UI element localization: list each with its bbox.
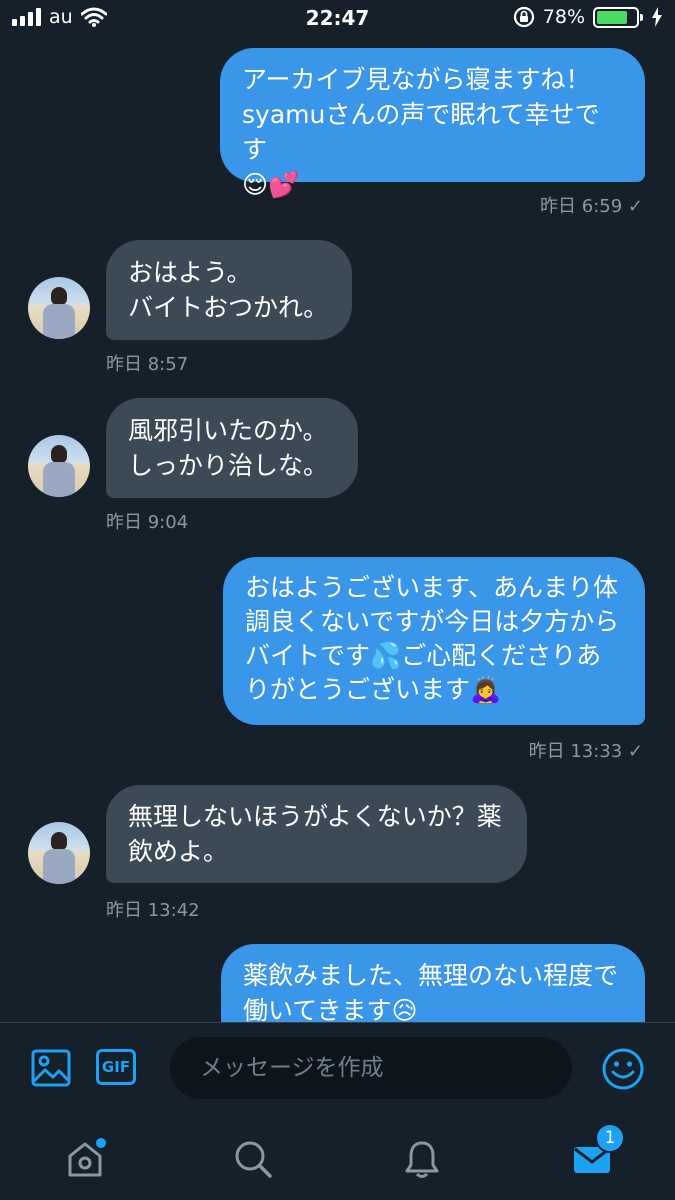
message-timestamp: 昨日 9:04 — [106, 512, 189, 533]
home-unread-dot — [96, 1138, 106, 1148]
emoji-icon — [602, 1048, 644, 1090]
sent-message-bubble[interactable]: おはようございます、あんまり体 調良くないですが今日は夕方から バイトです💦ご心… — [223, 557, 645, 725]
avatar[interactable] — [28, 277, 90, 339]
battery-icon — [593, 6, 643, 28]
bell-icon — [405, 1141, 439, 1178]
status-bar: au 22:47 78% — [0, 0, 675, 38]
message-timestamp: 昨日 13:42 — [106, 900, 200, 921]
message-composer: GIF — [0, 1022, 675, 1114]
charging-icon — [652, 7, 662, 27]
sent-message-bubble[interactable]: アーカイブ見ながら寝ますね！ syamuさんの声で眠れて幸せです 😌💕 — [220, 48, 645, 199]
sent-message-bubble[interactable]: 薬飲みました、無理のない程度で 働いてきます😥 — [221, 944, 645, 1022]
avatar[interactable] — [28, 435, 90, 497]
message-timestamp: 昨日 8:57 — [106, 354, 189, 375]
dm-conversation-screen: au 22:47 78% アーカイブ見ながら寝ますね！ syamuさんの声で眠れ… — [0, 0, 675, 1200]
bottom-nav: 1 — [0, 1114, 675, 1200]
received-message-bubble[interactable]: おはよう。 バイトおつかれ。 — [106, 240, 352, 340]
emoji-button[interactable] — [600, 1046, 646, 1092]
message-timestamp: 昨日 13:33 ✓ — [528, 741, 643, 762]
nav-home[interactable] — [60, 1134, 110, 1184]
nav-messages[interactable]: 1 — [567, 1123, 625, 1184]
battery-fill — [597, 10, 627, 24]
photo-button[interactable] — [30, 1047, 72, 1089]
gif-icon: GIF — [96, 1049, 136, 1085]
received-message-bubble[interactable]: 無理しないほうがよくないか？薬 飲めよ。 — [106, 785, 527, 883]
message-timestamp: 昨日 6:59 ✓ — [540, 196, 643, 217]
image-icon — [31, 1049, 71, 1087]
message-thread[interactable]: アーカイブ見ながら寝ますね！ syamuさんの声で眠れて幸せです 😌💕 昨日 6… — [0, 38, 675, 1022]
status-right: 78% — [513, 6, 663, 28]
avatar[interactable] — [28, 822, 90, 884]
battery-percent: 78% — [542, 6, 585, 28]
messages-badge: 1 — [595, 1123, 625, 1153]
received-message-bubble[interactable]: 風邪引いたのか。 しっかり治しな。 — [106, 398, 358, 498]
rotation-lock-icon — [513, 6, 534, 28]
search-icon — [235, 1141, 272, 1178]
nav-search[interactable] — [228, 1134, 278, 1184]
message-input[interactable] — [170, 1037, 572, 1099]
nav-notifications[interactable] — [397, 1134, 447, 1184]
gif-button[interactable]: GIF — [96, 1049, 136, 1085]
